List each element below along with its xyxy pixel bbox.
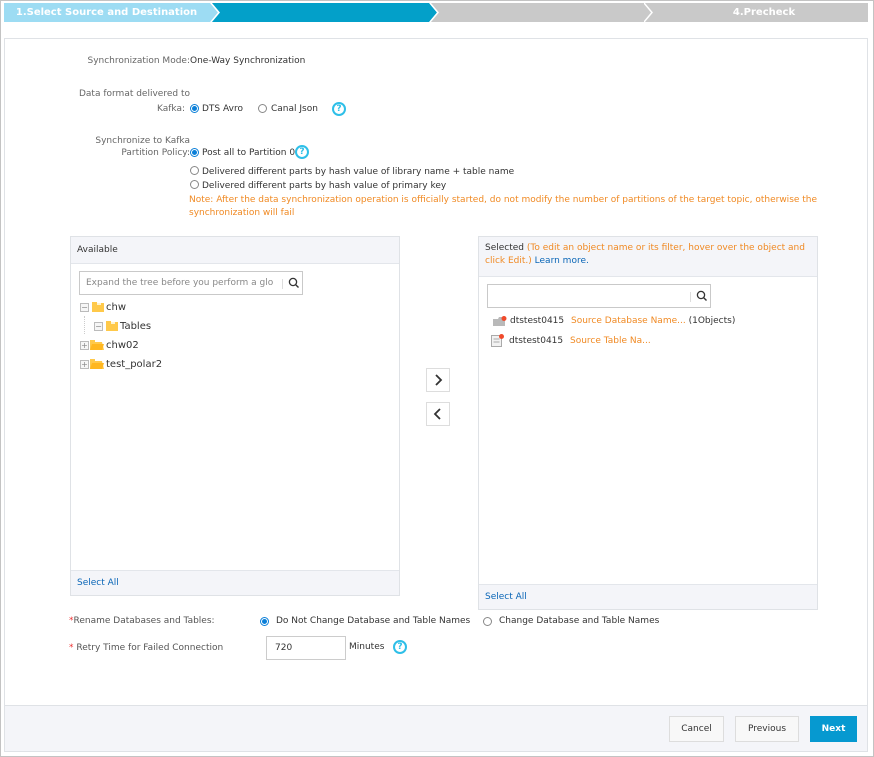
cancel-button[interactable]: Cancel (669, 716, 724, 742)
data-format-label-line1: Data format delivered to (78, 89, 190, 99)
collapse-toggle-icon[interactable]: − (94, 322, 103, 331)
retry-time-input[interactable]: 720 (266, 636, 346, 660)
available-panel: Available Expand the tree before you per… (70, 236, 400, 596)
radio-change-names-label[interactable]: Change Database and Table Names (499, 616, 659, 627)
collapse-toggle-icon[interactable]: − (80, 303, 89, 312)
selected-panel: Selected (To edit an object name or its … (478, 236, 818, 610)
folder-icon (106, 321, 118, 331)
available-select-all[interactable]: Select All (71, 570, 399, 595)
selected-item-table[interactable]: dtstest0415 Source Table Na... (509, 335, 651, 347)
tree-node-tables[interactable]: Tables (120, 321, 151, 333)
radio-hash-primary-key-label[interactable]: Delivered different parts by hash value … (202, 181, 446, 192)
retry-unit: Minutes (349, 642, 385, 652)
selected-search-input[interactable] (487, 284, 711, 308)
folder-closed-icon (90, 340, 104, 350)
folder-open-icon (92, 302, 104, 312)
selected-hint: (To edit an object name or its filter, h… (485, 243, 805, 266)
step-4-label: 4.Precheck (732, 7, 796, 18)
add-to-selected-button[interactable] (426, 368, 450, 392)
selected-item-mapping[interactable]: Source Table Na... (570, 336, 651, 346)
step-3 (430, 3, 652, 22)
table-icon (491, 334, 504, 347)
database-icon (493, 316, 507, 326)
step-2 (211, 3, 437, 22)
wizard-steps: 1.Select Source and Destination 4.Preche… (4, 3, 868, 22)
selected-item-mapping[interactable]: Source Database Name... (571, 316, 686, 326)
folder-closed-icon (90, 359, 104, 369)
rename-label: *Rename Databases and Tables: (69, 616, 215, 627)
selected-item-name: dtstest0415 (510, 316, 565, 326)
expand-toggle-icon[interactable]: + (80, 360, 89, 369)
selected-item-database[interactable]: dtstest0415 Source Database Name... (1Ob… (510, 315, 735, 327)
expand-toggle-icon[interactable]: + (80, 341, 89, 350)
radio-post-partition-0[interactable] (190, 148, 199, 157)
learn-more-link[interactable]: Learn more. (535, 256, 589, 266)
radio-dts-avro-label[interactable]: DTS Avro (202, 104, 243, 115)
available-search-input[interactable]: Expand the tree before you perform a glo (79, 271, 303, 295)
previous-button[interactable]: Previous (735, 716, 799, 742)
selected-header: Selected (To edit an object name or its … (479, 237, 817, 277)
available-title: Available (71, 237, 399, 264)
sync-mode-label: Synchronization Mode: (87, 56, 190, 66)
radio-hash-library-table[interactable] (190, 166, 199, 175)
step-1: 1.Select Source and Destination (4, 3, 220, 22)
partition-policy-label-line2: Partition Policy: (121, 148, 190, 158)
radio-dts-avro[interactable] (190, 104, 199, 113)
data-format-label-line2: Kafka: (156, 104, 185, 114)
tree-node-test-polar2[interactable]: test_polar2 (106, 359, 162, 371)
selected-item-name: dtstest0415 (509, 336, 564, 346)
step-1-label: 1.Select Source and Destination (15, 7, 198, 18)
remove-from-selected-button[interactable] (426, 402, 450, 426)
partition-note-line1: Note: After the data synchronization ope… (189, 195, 818, 205)
next-button[interactable]: Next (810, 716, 857, 742)
partition-note-line2: synchronization will fail (189, 208, 295, 218)
rename-label-text: Rename Databases and Tables: (73, 616, 215, 626)
selected-title: Selected (485, 243, 525, 253)
partition-policy-help-icon[interactable]: ? (295, 145, 309, 159)
step-4: 4.Precheck (644, 3, 868, 22)
radio-hash-library-table-label[interactable]: Delivered different parts by hash value … (202, 167, 514, 178)
retry-label: * Retry Time for Failed Connection (69, 643, 223, 654)
tree-connector-line (84, 316, 85, 334)
chevron-right-icon (435, 374, 443, 386)
search-separator (690, 292, 691, 302)
radio-post-partition-0-label[interactable]: Post all to Partition 0 (202, 148, 295, 159)
partition-policy-label-line1: Synchronize to Kafka (95, 136, 190, 146)
data-format-help-icon[interactable]: ? (332, 102, 346, 116)
selected-item-count: (1Objects) (688, 316, 736, 326)
search-icon[interactable] (696, 290, 708, 302)
retry-label-text: Retry Time for Failed Connection (73, 643, 224, 653)
radio-do-not-change-names-label[interactable]: Do Not Change Database and Table Names (276, 616, 470, 627)
radio-canal-json-label[interactable]: Canal Json (271, 104, 318, 115)
retry-help-icon[interactable]: ? (393, 640, 407, 654)
radio-do-not-change-names[interactable] (260, 617, 269, 626)
radio-hash-primary-key[interactable] (190, 180, 199, 189)
chevron-left-icon (433, 408, 441, 420)
available-search-placeholder: Expand the tree before you perform a glo (86, 278, 274, 288)
radio-change-names[interactable] (483, 617, 492, 626)
tree-node-chw02[interactable]: chw02 (106, 340, 139, 352)
radio-canal-json[interactable] (258, 104, 267, 113)
search-icon[interactable] (288, 277, 300, 289)
sync-mode-value: One-Way Synchronization (190, 56, 306, 66)
selected-select-all[interactable]: Select All (479, 584, 817, 609)
tree-node-chw[interactable]: chw (106, 302, 126, 314)
search-separator (282, 279, 283, 289)
